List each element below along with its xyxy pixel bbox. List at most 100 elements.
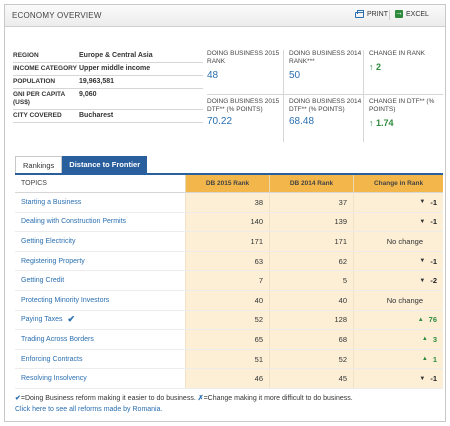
arrow-down-icon: ▼ <box>419 375 426 382</box>
db2014-rank-cell: 40 <box>269 290 353 310</box>
reform-check-icon: ✔ <box>67 314 76 325</box>
topic-link[interactable]: Paying Taxes ✔ <box>15 311 185 330</box>
db2015-rank-cell: 51 <box>185 349 269 369</box>
change-value: -1 <box>430 217 437 227</box>
info-value: 9,060 <box>79 91 97 98</box>
change-in-rank-cell: ▼ -1 <box>353 369 443 388</box>
table-body: Starting a Business 38 37 ▼ -1 Dealing with C… <box>15 193 443 389</box>
topic-link[interactable]: Protecting Minority Investors <box>15 291 185 310</box>
topic-label: Trading Across Borders <box>21 335 94 343</box>
change-value: No change <box>386 295 423 305</box>
metric-value: 68.48 <box>289 116 315 127</box>
db2014-rank-cell: 139 <box>269 212 353 232</box>
change-value: 1 <box>432 354 437 364</box>
metric-value: 70.22 <box>207 116 233 127</box>
excel-export-icon <box>395 8 403 18</box>
metric-change-value: 1.74 <box>376 118 394 128</box>
topic-link[interactable]: Resolving Insolvency <box>15 369 185 388</box>
info-row: GNI PER CAPITA (US$) 9,060 <box>13 89 203 110</box>
ranking-tabs: Rankings Distance to Frontier <box>15 156 148 174</box>
arrow-up-icon: ↑ <box>369 118 374 128</box>
topic-link[interactable]: Enforcing Contracts <box>15 350 185 369</box>
db2014-rank-cell: 171 <box>269 232 353 251</box>
info-value: Bucharest <box>79 112 114 119</box>
change-value: -1 <box>430 256 437 266</box>
arrow-down-icon: ▼ <box>419 277 426 284</box>
metric-label: DOING BUSINESS 2015 RANK <box>207 50 280 65</box>
info-row: POPULATION 19,963,581 <box>13 76 203 89</box>
info-row: INCOME CATEGORY Upper middle income <box>13 63 203 76</box>
topic-link[interactable]: Trading Across Borders <box>15 330 185 349</box>
footnote-check-text: =Doing Business reform making it easier … <box>20 395 196 402</box>
topic-label: Dealing with Construction Permits <box>21 218 127 226</box>
change-value: -1 <box>430 197 437 207</box>
topic-link[interactable]: Starting a Business <box>15 193 185 212</box>
db2015-rank-cell: 63 <box>185 251 269 271</box>
metric-label: DOING BUSINESS 2014 DTF** (% POINTS) <box>289 98 362 113</box>
table-row: Resolving Insolvency 46 45 ▼ -1 <box>15 369 443 389</box>
db2015-rank-metric: DOING BUSINESS 2015 RANK 48 <box>207 50 283 94</box>
db2015-rank-header[interactable]: DB 2015 Rank <box>185 175 269 192</box>
excel-button[interactable]: EXCEL <box>395 8 429 18</box>
metric-label: CHANGE IN DTF** (% POINTS) <box>369 98 435 113</box>
info-row: CITY COVERED Bucharest <box>13 110 203 123</box>
print-label: PRINT <box>367 10 388 18</box>
metric-label: DOING BUSINESS 2014 RANK*** <box>289 50 362 65</box>
topic-label: Starting a Business <box>21 198 82 206</box>
db2014-rank-metric: DOING BUSINESS 2014 RANK*** 50 <box>289 50 365 94</box>
table-row: Dealing with Construction Permits 140 139 ▼… <box>15 212 443 233</box>
info-value: Upper middle income <box>79 65 151 72</box>
arrow-down-icon: ▼ <box>419 258 426 265</box>
change-in-rank-cell: ▼ -2 <box>353 271 443 290</box>
db2014-rank-cell: 45 <box>269 369 353 388</box>
change-in-rank-cell: ▼ -1 <box>353 251 443 271</box>
db2014-rank-header[interactable]: DB 2014 Rank <box>269 175 353 192</box>
change-rank-metric: CHANGE IN RANK ↑ 2 <box>369 50 445 94</box>
table-row: Trading Across Borders 65 68 ▲ 3 <box>15 330 443 350</box>
table-row: Registering Property 63 62 ▼ -1 <box>15 251 443 272</box>
all-reforms-link[interactable]: Click here to see all reforms made by Ro… <box>15 406 162 413</box>
change-in-rank-cell: ▼ -1 <box>353 193 443 212</box>
topic-link[interactable]: Getting Credit <box>15 271 185 290</box>
topic-link[interactable]: Registering Property <box>15 252 185 271</box>
db2014-rank-cell: 62 <box>269 251 353 271</box>
info-value: Europe & Central Asia <box>79 52 153 59</box>
topics-header: TOPICS <box>21 180 47 187</box>
topic-label: Resolving Insolvency <box>21 375 87 383</box>
info-key: REGION <box>13 52 39 59</box>
metric-label: CHANGE IN RANK <box>369 50 425 57</box>
db2015-rank-cell: 65 <box>185 330 269 349</box>
db2015-rank-cell: 171 <box>185 232 269 251</box>
db2015-rank-cell: 140 <box>185 212 269 232</box>
tab-rankings[interactable]: Rankings <box>15 156 63 174</box>
grid-divider <box>207 94 443 95</box>
change-value: -1 <box>430 374 437 384</box>
change-in-rank-cell: ▲ 3 <box>353 330 443 349</box>
print-button[interactable]: PRINT <box>355 10 388 18</box>
topic-label: Getting Credit <box>21 277 65 285</box>
db2014-dtf-metric: DOING BUSINESS 2014 DTF** (% POINTS) 68.… <box>289 98 365 142</box>
change-in-rank-header[interactable]: Change in Rank <box>353 175 443 192</box>
metric-value: 50 <box>289 70 301 81</box>
table-header: TOPICS DB 2015 Rank DB 2014 Rank Change … <box>15 175 443 193</box>
db2015-rank-cell: 40 <box>185 290 269 310</box>
table-row: Enforcing Contracts 51 52 ▲ 1 <box>15 349 443 370</box>
footnote: ✔=Doing Business reform making it easier… <box>15 394 353 402</box>
tab-distance-to-frontier[interactable]: Distance to Frontier <box>62 156 148 174</box>
db2014-rank-cell: 128 <box>269 310 353 330</box>
db2014-rank-cell: 37 <box>269 193 353 212</box>
metric-value: 48 <box>207 70 219 81</box>
db2015-rank-cell: 7 <box>185 271 269 290</box>
change-value: -2 <box>430 276 437 286</box>
change-value: No change <box>386 236 423 246</box>
arrow-up-icon: ▲ <box>417 316 424 323</box>
topic-link[interactable]: Dealing with Construction Permits <box>15 213 185 232</box>
info-key: CITY COVERED <box>13 112 62 119</box>
change-in-rank-cell: ▼ -1 <box>353 212 443 232</box>
grid-divider <box>283 50 284 142</box>
table-row: Starting a Business 38 37 ▼ -1 <box>15 193 443 213</box>
metric-label: DOING BUSINESS 2015 DTF** (% POINTS) <box>207 98 280 113</box>
change-in-rank-cell: ▲ 1 <box>353 349 443 369</box>
topic-link[interactable]: Getting Electricity <box>15 232 185 251</box>
info-value: 19,963,581 <box>79 78 115 85</box>
